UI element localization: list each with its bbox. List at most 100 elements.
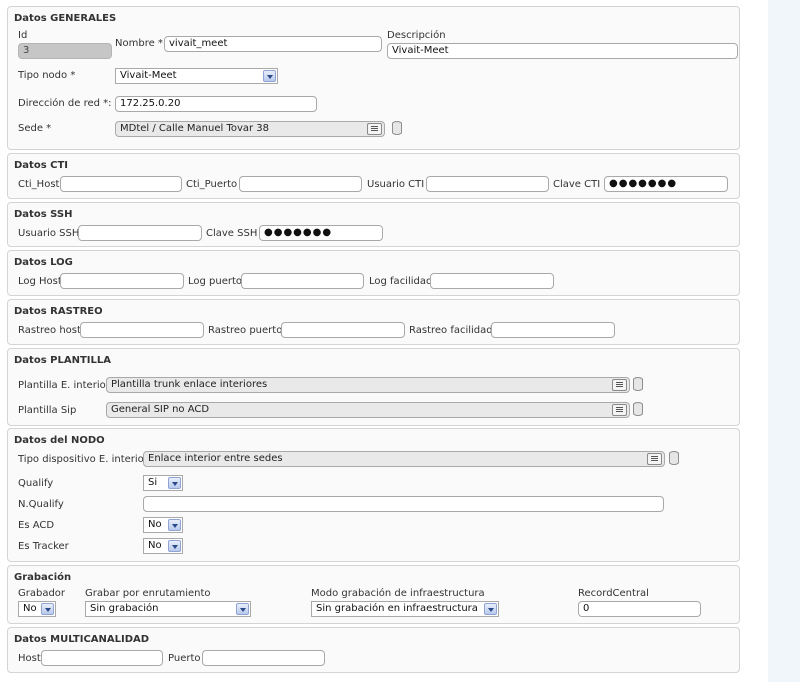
usuario-cti-label: Usuario CTI [367,179,425,190]
fieldset-nodo: Datos del NODO Tipo dispositivo E. inter… [7,428,740,562]
nombre-label: Nombre * [115,38,163,49]
log-host-label: Log Host [18,276,62,287]
list-icon[interactable] [367,123,382,135]
es-acd-label: Es ACD [18,520,55,531]
section-title: Grabación [14,572,72,583]
fieldset-multicanalidad: Datos MULTICANALIDAD Host Puerto [7,627,740,673]
grabador-select[interactable]: No [18,601,56,617]
direccion-field[interactable]: 172.25.0.20 [115,96,317,112]
puerto-field[interactable] [202,650,325,666]
cti-puerto-field[interactable] [239,176,362,192]
section-title: Datos LOG [14,257,73,268]
plantilla-interior-value: Plantilla trunk enlace interiores [111,379,268,390]
usuario-ssh-field[interactable] [78,225,202,241]
es-acd-value: No [148,519,162,530]
id-field: 3 [18,43,112,59]
modo-grabacion-label: Modo grabación de infraestructura [311,588,485,599]
direccion-label: Dirección de red *: [18,98,112,109]
host-label: Host [18,653,41,664]
enrutamiento-label: Grabar por enrutamiento [85,588,211,599]
qualify-select[interactable]: Si [143,475,183,491]
section-title: Datos GENERALES [14,13,117,24]
plantilla-sip-label: Plantilla Sip [18,405,77,416]
grabador-label: Grabador [18,588,66,599]
list-icon[interactable] [612,404,627,416]
enrutamiento-select[interactable]: Sin grabación [85,601,251,617]
usuario-cti-field[interactable] [426,176,549,192]
tipo-dispositivo-lookup: Enlace interior entre sedes [143,451,665,467]
sede-lookup: MDtel / Calle Manuel Tovar 38 [115,121,385,137]
chevron-down-icon [263,70,276,82]
clave-cti-label: Clave CTI [553,179,601,190]
database-icon[interactable] [633,377,643,391]
fieldset-log: Datos LOG Log Host Log puerto Log facili… [7,250,740,296]
clave-ssh-field[interactable]: ●●●●●●● [259,225,383,241]
rastreo-puerto-field[interactable] [281,322,405,338]
clave-cti-field[interactable]: ●●●●●●● [604,176,728,192]
plantilla-interior-lookup: Plantilla trunk enlace interiores [106,377,630,393]
nombre-field[interactable]: vivait_meet [164,36,382,52]
tipo-dispositivo-label: Tipo dispositivo E. interior [18,454,148,465]
nqualify-field[interactable] [143,496,664,512]
enrutamiento-value: Sin grabación [90,603,159,614]
modo-grabacion-select[interactable]: Sin grabación en infraestructura [311,601,499,617]
database-icon[interactable] [392,121,402,135]
modo-grabacion-value: Sin grabación en infraestructura [316,603,478,614]
qualify-value: Si [148,477,158,488]
fieldset-grabacion: Grabación Grabador No Grabar por enrutam… [7,565,740,624]
section-title: Datos MULTICANALIDAD [14,634,150,645]
es-tracker-select[interactable]: No [143,538,183,554]
section-title: Datos RASTREO [14,306,103,317]
database-icon[interactable] [669,451,679,465]
descripcion-label: Descripción [387,30,446,41]
rastreo-facilidad-field[interactable] [491,322,615,338]
list-icon[interactable] [647,453,662,465]
section-title: Datos del NODO [14,435,105,446]
nqualify-label: N.Qualify [18,499,64,510]
chevron-down-icon [484,603,497,615]
puerto-label: Puerto [168,653,201,664]
right-side-panel [768,0,800,682]
section-title: Datos CTI [14,160,69,171]
log-host-field[interactable] [60,273,184,289]
tipo-dispositivo-value: Enlace interior entre sedes [148,453,283,464]
log-facilidad-field[interactable] [430,273,554,289]
es-acd-select[interactable]: No [143,517,183,533]
fieldset-generales: Datos GENERALES Id 3 Nombre * vivait_mee… [7,6,740,150]
host-field[interactable] [41,650,163,666]
cti-host-label: Cti_Host [18,179,60,190]
fieldset-plantilla: Datos PLANTILLA Plantilla E. interior Pl… [7,348,740,426]
rastreo-host-field[interactable] [80,322,204,338]
rastreo-facilidad-label: Rastreo facilidad [409,325,493,336]
descripcion-field[interactable]: Vivait-Meet [387,43,738,59]
tipo-nodo-label: Tipo nodo * [18,70,76,81]
list-icon[interactable] [612,379,627,391]
rastreo-puerto-label: Rastreo puerto [208,325,283,336]
cti-puerto-label: Cti_Puerto [186,179,238,190]
rastreo-host-label: Rastreo host [18,325,81,336]
sede-value: MDtel / Calle Manuel Tovar 38 [120,123,270,134]
cti-host-field[interactable] [60,176,182,192]
qualify-label: Qualify [18,478,54,489]
log-facilidad-label: Log facilidad [369,276,433,287]
chevron-down-icon [168,477,181,489]
tipo-nodo-select[interactable]: Vivait-Meet [115,68,278,84]
database-icon[interactable] [633,402,643,416]
grabador-value: No [23,603,37,614]
tipo-nodo-value: Vivait-Meet [120,70,177,81]
plantilla-sip-value: General SIP no ACD [111,404,210,415]
log-puerto-field[interactable] [241,273,364,289]
chevron-down-icon [168,519,181,531]
log-puerto-label: Log puerto [188,276,243,287]
usuario-ssh-label: Usuario SSH [18,228,80,239]
id-label: Id [18,30,28,41]
es-tracker-label: Es Tracker [18,541,69,552]
fieldset-rastreo: Datos RASTREO Rastreo host Rastreo puert… [7,299,740,345]
record-central-field[interactable]: 0 [578,601,701,617]
plantilla-interior-label: Plantilla E. interior [18,380,110,391]
chevron-down-icon [41,603,54,615]
chevron-down-icon [168,540,181,552]
section-title: Datos PLANTILLA [14,355,111,366]
plantilla-sip-lookup: General SIP no ACD [106,402,630,418]
record-central-label: RecordCentral [578,588,649,599]
